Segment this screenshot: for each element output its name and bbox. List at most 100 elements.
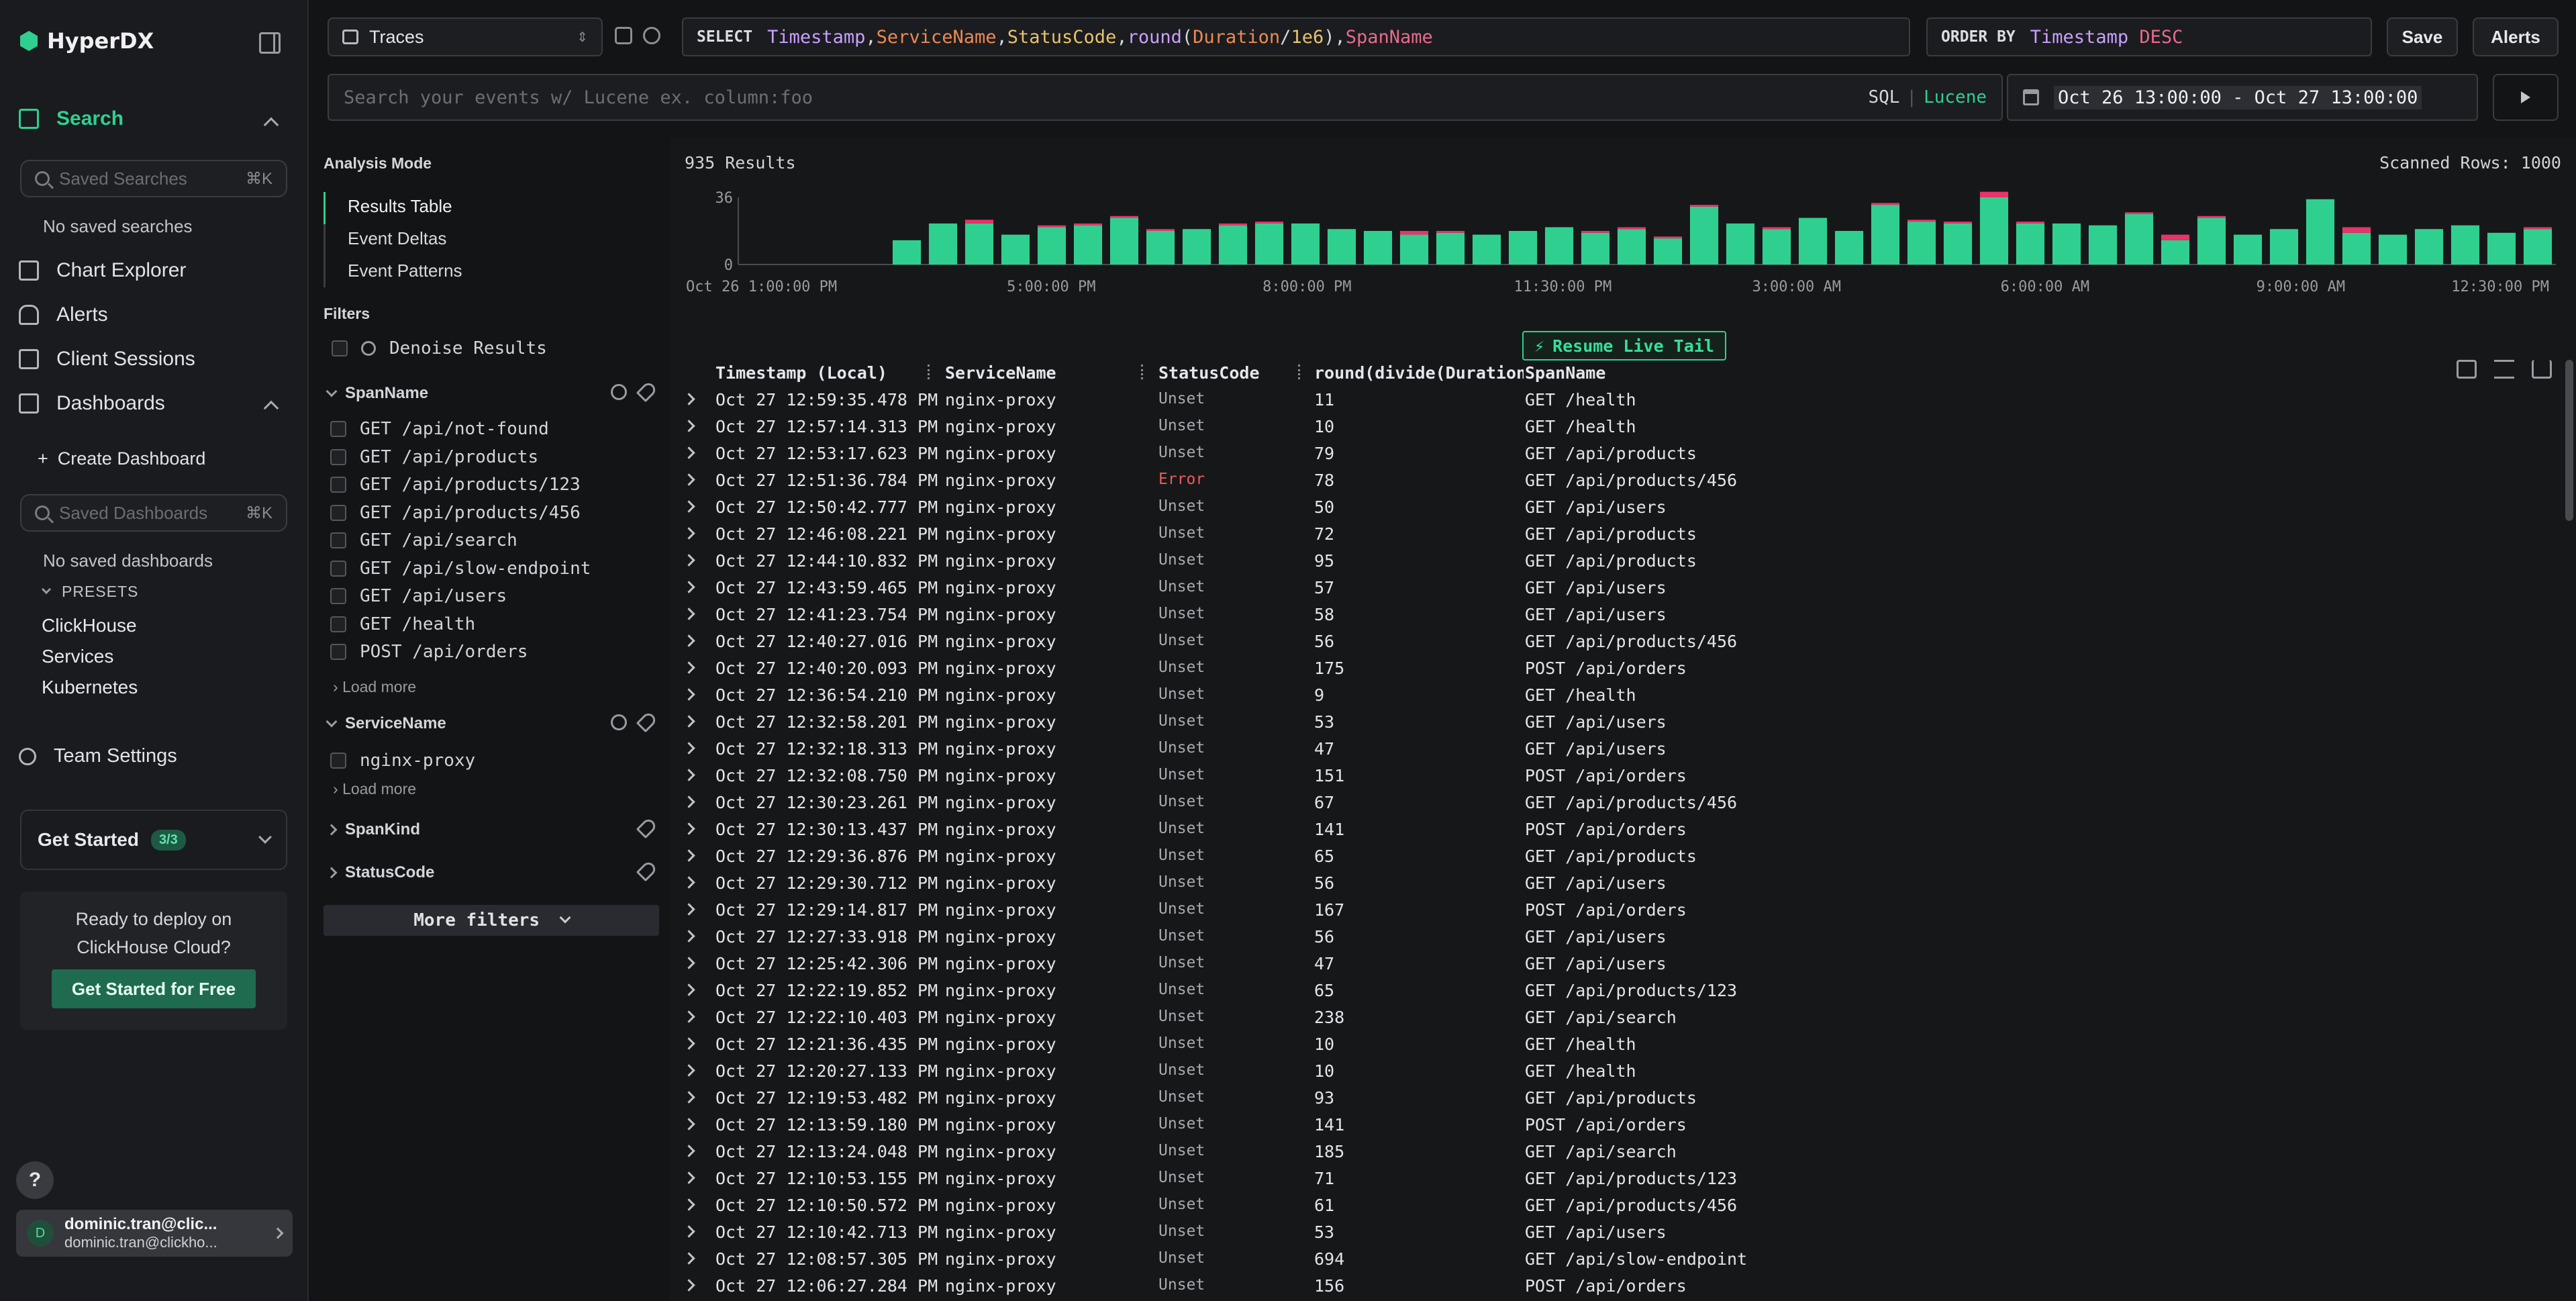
col-spanname[interactable]: SpanName xyxy=(1525,363,1605,383)
user-menu[interactable]: D dominic.tran@clic... dominic.tran@clic… xyxy=(16,1210,293,1257)
filter-option[interactable]: nginx-proxy xyxy=(330,751,475,771)
table-row[interactable]: Oct 27 12:25:42.306 PM nginx-proxy Unset 47… xyxy=(670,950,2569,977)
expand-row-icon[interactable] xyxy=(683,876,695,889)
table-row[interactable]: Oct 27 12:22:19.852 PM nginx-proxy Unset 65… xyxy=(670,977,2569,1004)
table-row[interactable]: Oct 27 12:57:14.313 PM nginx-proxy Unset 10… xyxy=(670,413,2569,440)
col-statuscode[interactable]: StatusCode xyxy=(1158,363,1260,383)
denoise-toggle[interactable]: Denoise Results xyxy=(332,338,547,358)
search-icon[interactable] xyxy=(611,714,627,730)
lucene-search-input[interactable]: Search your events w/ Lucene ex. column:… xyxy=(328,74,2003,121)
expand-row-icon[interactable] xyxy=(683,849,695,862)
filter-option[interactable]: GET /api/slow-endpoint xyxy=(330,559,591,579)
mode-event-deltas[interactable]: Event Deltas xyxy=(348,228,446,249)
table-row[interactable]: Oct 27 12:10:42.713 PM nginx-proxy Unset 53… xyxy=(670,1218,2569,1245)
expand-row-icon[interactable] xyxy=(683,796,695,808)
table-row[interactable]: Oct 27 12:13:24.048 PM nginx-proxy Unset 18… xyxy=(670,1138,2569,1165)
table-row[interactable]: Oct 27 12:32:08.750 PM nginx-proxy Unset 15… xyxy=(670,762,2569,789)
filter-checkbox[interactable] xyxy=(330,532,346,548)
filter-option[interactable]: GET /api/users xyxy=(330,586,507,606)
filter-checkbox[interactable] xyxy=(330,560,346,577)
download-icon[interactable] xyxy=(2532,360,2552,379)
saved-searches-input[interactable]: Saved Searches ⌘K xyxy=(20,160,287,197)
run-query-button[interactable] xyxy=(2493,74,2559,121)
table-row[interactable]: Oct 27 12:08:57.305 PM nginx-proxy Unset 69… xyxy=(670,1245,2569,1272)
select-input[interactable]: SELECT Timestamp,ServiceName,StatusCode,… xyxy=(682,17,1910,56)
table-row[interactable]: Oct 27 12:43:59.465 PM nginx-proxy Unset 57… xyxy=(670,574,2569,601)
expand-row-icon[interactable] xyxy=(683,1145,695,1157)
expand-row-icon[interactable] xyxy=(683,688,695,701)
wrap-lines-icon[interactable] xyxy=(2494,360,2514,379)
alerts-button[interactable]: Alerts xyxy=(2473,17,2559,56)
table-row[interactable]: Oct 27 12:59:35.478 PM nginx-proxy Unset 11… xyxy=(670,386,2569,413)
preset-kubernetes[interactable]: Kubernetes xyxy=(42,677,138,698)
filter-checkbox[interactable] xyxy=(330,448,346,465)
create-dashboard-button[interactable]: + Create Dashboard xyxy=(38,448,205,469)
expand-row-icon[interactable] xyxy=(683,661,695,674)
expand-row-icon[interactable] xyxy=(683,983,695,996)
load-more-servicename[interactable]: › Load more xyxy=(333,780,416,798)
column-resize-handle[interactable] xyxy=(1141,365,1144,379)
filter-checkbox[interactable] xyxy=(330,504,346,521)
table-row[interactable]: Oct 27 12:22:10.403 PM nginx-proxy Unset 23… xyxy=(670,1004,2569,1030)
table-row[interactable]: Oct 27 12:20:27.133 PM nginx-proxy Unset 10… xyxy=(670,1057,2569,1084)
saved-dashboards-input[interactable]: Saved Dashboards ⌘K xyxy=(20,494,287,532)
table-row[interactable]: Oct 27 12:29:30.712 PM nginx-proxy Unset 56… xyxy=(670,869,2569,896)
filter-option[interactable]: GET /api/not-found xyxy=(330,419,549,439)
pin-icon[interactable] xyxy=(636,380,658,403)
expand-row-icon[interactable] xyxy=(683,581,695,593)
expand-row-icon[interactable] xyxy=(683,769,695,781)
expand-row-icon[interactable] xyxy=(683,1171,695,1184)
table-row[interactable]: Oct 27 12:10:53.155 PM nginx-proxy Unset 71… xyxy=(670,1165,2569,1192)
col-timestamp[interactable]: Timestamp (Local) xyxy=(715,363,887,383)
load-more-spanname[interactable]: › Load more xyxy=(333,678,416,696)
lang-sql[interactable]: SQL xyxy=(1868,87,1899,107)
filter-option[interactable]: GET /api/products/123 xyxy=(330,475,581,495)
table-row[interactable]: Oct 27 12:13:59.180 PM nginx-proxy Unset 14… xyxy=(670,1111,2569,1138)
save-button[interactable]: Save xyxy=(2387,17,2458,56)
expand-row-icon[interactable] xyxy=(683,957,695,969)
expand-row-icon[interactable] xyxy=(683,393,695,405)
mode-results-table[interactable]: Results Table xyxy=(348,196,452,217)
filter-option[interactable]: GET /api/search xyxy=(330,530,517,550)
table-row[interactable]: Oct 27 12:21:36.435 PM nginx-proxy Unset 10… xyxy=(670,1030,2569,1057)
filter-option[interactable]: POST /api/orders xyxy=(330,642,528,662)
expand-row-icon[interactable] xyxy=(683,608,695,620)
expand-row-icon[interactable] xyxy=(683,1118,695,1130)
nav-search[interactable]: Search xyxy=(19,107,123,130)
table-row[interactable]: Oct 27 12:40:20.093 PM nginx-proxy Unset 17… xyxy=(670,655,2569,681)
more-filters-button[interactable]: More filters xyxy=(324,905,659,936)
expand-row-icon[interactable] xyxy=(683,473,695,486)
expand-row-icon[interactable] xyxy=(683,634,695,647)
table-row[interactable]: Oct 27 12:46:08.221 PM nginx-proxy Unset 72… xyxy=(670,520,2569,547)
expand-row-icon[interactable] xyxy=(683,1225,695,1238)
table-row[interactable]: Oct 27 12:29:36.876 PM nginx-proxy Unset 65… xyxy=(670,842,2569,869)
filter-checkbox[interactable] xyxy=(330,616,346,632)
table-row[interactable]: Oct 27 12:41:23.754 PM nginx-proxy Unset 58… xyxy=(670,601,2569,628)
expand-row-icon[interactable] xyxy=(683,930,695,943)
expand-row-icon[interactable] xyxy=(683,903,695,916)
chevron-up-icon[interactable] xyxy=(263,400,279,416)
table-row[interactable]: Oct 27 12:51:36.784 PM nginx-proxy Error 78… xyxy=(670,467,2569,493)
table-row[interactable]: Oct 27 12:30:13.437 PM nginx-proxy Unset 14… xyxy=(670,816,2569,842)
code-icon[interactable] xyxy=(2457,360,2477,379)
expand-row-icon[interactable] xyxy=(683,446,695,459)
expand-row-icon[interactable] xyxy=(683,1064,695,1077)
table-row[interactable]: Oct 27 12:50:42.777 PM nginx-proxy Unset 50… xyxy=(670,493,2569,520)
filter-option[interactable]: GET /api/products xyxy=(330,447,538,467)
query-language-toggle[interactable]: SQL | Lucene xyxy=(1868,87,1987,107)
filter-checkbox[interactable] xyxy=(330,644,346,660)
table-row[interactable]: Oct 27 12:44:10.832 PM nginx-proxy Unset 95… xyxy=(670,547,2569,574)
pin-icon[interactable] xyxy=(636,710,658,733)
expand-row-icon[interactable] xyxy=(683,420,695,432)
expand-row-icon[interactable] xyxy=(683,1091,695,1104)
filter-checkbox[interactable] xyxy=(330,477,346,493)
col-duration[interactable]: round(divide(Duration, xyxy=(1314,363,1524,383)
expand-row-icon[interactable] xyxy=(683,527,695,540)
table-row[interactable]: Oct 27 12:06:27.284 PM nginx-proxy Unset 15… xyxy=(670,1272,2569,1299)
spanname-group-header[interactable]: SpanName xyxy=(326,384,428,403)
table-row[interactable]: Oct 27 12:40:27.016 PM nginx-proxy Unset 56… xyxy=(670,628,2569,655)
expand-row-icon[interactable] xyxy=(683,822,695,835)
presets-header[interactable]: PRESETS xyxy=(41,583,138,601)
filter-option[interactable]: GET /health xyxy=(330,614,475,634)
expand-row-icon[interactable] xyxy=(683,1252,695,1265)
